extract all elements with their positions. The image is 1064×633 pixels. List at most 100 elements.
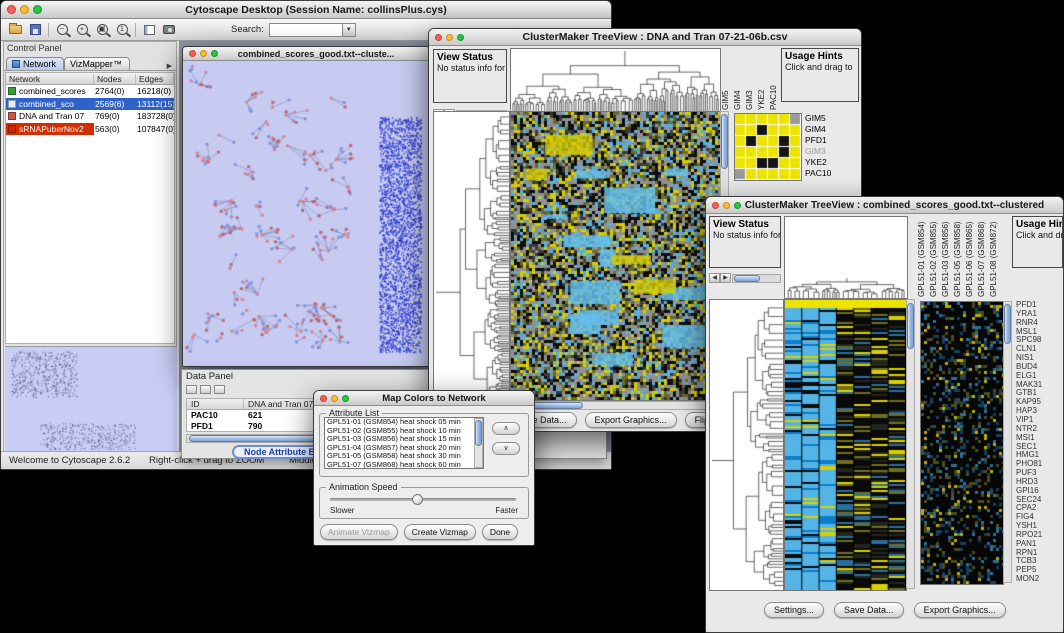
network-row-edges: 13112(15): [136, 99, 174, 109]
minimize-button[interactable]: [331, 395, 338, 402]
heatmap-zoom[interactable]: [734, 113, 802, 181]
tab-network[interactable]: Network: [6, 57, 64, 70]
scrollbar-thumb[interactable]: [734, 275, 760, 282]
row-dendrogram[interactable]: [433, 111, 510, 401]
usage-hints-title: Usage Hints: [1016, 219, 1059, 230]
save-session-icon[interactable]: [25, 21, 45, 39]
close-button[interactable]: [435, 34, 442, 41]
move-down-button[interactable]: ∨: [492, 442, 520, 455]
control-panel: Control Panel Network VizMapper™ ▶ Netwo…: [3, 41, 177, 453]
animate-vizmap-button[interactable]: Animate Vizmap: [320, 524, 398, 540]
close-button[interactable]: [712, 202, 719, 209]
minimize-button[interactable]: [200, 50, 207, 57]
network-row-name: combined_scores: [18, 86, 94, 96]
zoom-button[interactable]: [457, 34, 464, 41]
usage-hints-text: Click and drag: [1016, 230, 1059, 240]
column-label: GIM5: [721, 48, 733, 110]
view-status-text: No status info for: [713, 230, 777, 240]
tab-scroll-arrow-icon[interactable]: ▶: [163, 62, 176, 70]
scroll-left-icon[interactable]: ◀: [709, 273, 720, 283]
network-row[interactable]: sRNAPuberNov2563(0)107847(0): [6, 123, 174, 136]
network-view-title-bar[interactable]: combined_scores_good.txt--cluste...: [183, 47, 429, 61]
scroll-track[interactable]: [732, 274, 781, 283]
attribute-delete-icon[interactable]: [214, 385, 225, 394]
zoom-button[interactable]: [211, 50, 218, 57]
zoom-button[interactable]: [342, 395, 349, 402]
speed-slider-track[interactable]: [330, 498, 516, 501]
scrollbar-thumb[interactable]: [721, 114, 728, 169]
row-dendrogram[interactable]: [709, 299, 784, 591]
speed-slider-thumb[interactable]: [412, 494, 423, 505]
attribute-listbox[interactable]: GPL51-01 (GSM854) heat shock 05 minGPL51…: [324, 417, 484, 469]
gene-label: NTR2: [1016, 425, 1063, 434]
attribute-select-icon[interactable]: [186, 385, 197, 394]
treeview-button[interactable]: Export Graphics...: [914, 602, 1006, 618]
network-row[interactable]: DNA and Tran 07769(0)183728(0): [6, 110, 174, 123]
zoom-button[interactable]: [734, 202, 741, 209]
column-header-network[interactable]: Network: [6, 74, 94, 84]
attribute-create-icon[interactable]: [200, 385, 211, 394]
search-input[interactable]: [269, 23, 343, 37]
tab-vizmapper[interactable]: VizMapper™: [64, 57, 130, 70]
scrollbar-thumb[interactable]: [907, 303, 914, 349]
done-button[interactable]: Done: [482, 524, 518, 540]
close-button[interactable]: [189, 50, 196, 57]
treeview2-title-bar[interactable]: ClusterMaker TreeView : combined_scores_…: [706, 197, 1063, 214]
gene-label: CLN1: [1016, 345, 1063, 354]
zoom-selected-icon[interactable]: 1: [112, 21, 132, 39]
treeview-button[interactable]: Save Data...: [834, 602, 904, 618]
scroll-right-icon[interactable]: ▶: [720, 273, 731, 283]
minimize-button[interactable]: [723, 202, 730, 209]
treeview1-title: ClusterMaker TreeView : DNA and Tran 07-…: [453, 31, 857, 43]
column-header-id[interactable]: ID: [187, 399, 244, 409]
zoom-vscrollbar[interactable]: [1003, 301, 1012, 583]
column-dendrogram[interactable]: [784, 216, 908, 299]
gene-label: ELG1: [1016, 372, 1063, 381]
desktop: Cytoscape Desktop (Session Name: collins…: [0, 0, 1064, 633]
network-row[interactable]: combined_scores2764(0)16218(0): [6, 85, 174, 98]
network-overview[interactable]: [5, 346, 177, 454]
attribute-item[interactable]: GPL51-07 (GSM868) heat shock 60 min: [325, 461, 483, 469]
minimize-button[interactable]: [446, 34, 453, 41]
column-header-edges[interactable]: Edges: [136, 74, 174, 84]
column-dendrogram[interactable]: [510, 48, 721, 112]
attribute-list-group: Attribute List GPL51-01 (GSM854) heat sh…: [319, 413, 529, 477]
minimize-button[interactable]: [20, 5, 29, 14]
heatmap-vscrollbar[interactable]: [906, 299, 915, 589]
zoom-button[interactable]: [33, 5, 42, 14]
heatmap-hscrollbar[interactable]: [510, 401, 719, 410]
gene-label: SEC24: [1016, 496, 1063, 505]
network-table: Network Nodes Edges combined_scores2764(…: [5, 72, 175, 344]
main-title-bar[interactable]: Cytoscape Desktop (Session Name: collins…: [1, 1, 611, 19]
treeview1-title-bar[interactable]: ClusterMaker TreeView : DNA and Tran 07-…: [429, 29, 861, 46]
create-vizmap-button[interactable]: Create Vizmap: [404, 524, 476, 540]
attribute-row-id: PFD1: [187, 421, 244, 432]
network-type-icon: [8, 87, 16, 95]
search-dropdown-icon[interactable]: ▼: [343, 23, 356, 37]
window-controls: [435, 34, 464, 41]
heatmap-global[interactable]: [510, 111, 721, 401]
close-button[interactable]: [7, 5, 16, 14]
list-vscrollbar[interactable]: [474, 418, 483, 468]
zoom-out-icon[interactable]: −: [52, 21, 72, 39]
open-session-icon[interactable]: [5, 21, 25, 39]
gene-label: PFD1: [1016, 301, 1063, 310]
snapshot-icon[interactable]: [159, 21, 179, 39]
heatmap-global[interactable]: [784, 299, 907, 591]
treeview-button[interactable]: Settings...: [764, 602, 824, 618]
column-header-nodes[interactable]: Nodes: [94, 74, 136, 84]
hide-panels-icon[interactable]: [139, 21, 159, 39]
move-up-button[interactable]: ∧: [492, 422, 520, 435]
dialog-buttons: Animate Vizmap Create Vizmap Done: [320, 524, 518, 540]
zoom-in-icon[interactable]: +: [72, 21, 92, 39]
heatmap-zoom[interactable]: [920, 301, 1004, 585]
close-button[interactable]: [320, 395, 327, 402]
treeview-button[interactable]: Export Graphics...: [585, 412, 677, 428]
zoom-fit-icon[interactable]: ▣: [92, 21, 112, 39]
status-welcome: Welcome to Cytoscape 2.6.2: [9, 455, 130, 466]
network-row[interactable]: combined_sco2569(6)13112(15): [6, 98, 174, 111]
dialog-title-bar[interactable]: Map Colors to Network: [314, 391, 534, 406]
scrollbar-thumb[interactable]: [1004, 304, 1011, 344]
scrollbar-thumb[interactable]: [475, 420, 482, 446]
network-canvas[interactable]: [183, 61, 429, 366]
